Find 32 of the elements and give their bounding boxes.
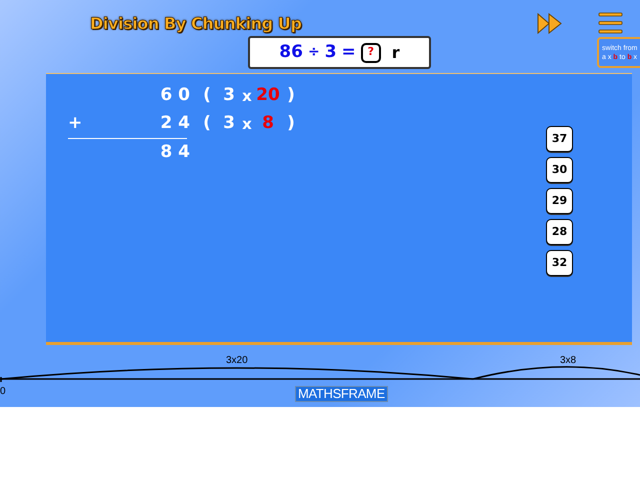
fast-forward-icon[interactable]: [537, 13, 563, 34]
multiplier-text: 20: [255, 84, 281, 108]
answer-slot[interactable]: ?: [360, 42, 381, 62]
chunk-value: 60: [159, 84, 196, 108]
times-sign: x: [241, 86, 253, 107]
game-title: Division By Chunking Up: [90, 13, 302, 35]
dividend-text: 86: [279, 40, 303, 64]
logo-text[interactable]: MATHSFRAME: [295, 386, 388, 402]
plus-sign: +: [68, 112, 84, 136]
chunk-value: 24: [159, 112, 196, 136]
remainder-label: r: [392, 42, 400, 64]
equals-sign: =: [342, 40, 356, 64]
divisor-text: 3: [324, 40, 337, 64]
jump-label: 3x8: [560, 354, 576, 368]
bracket: ): [286, 84, 296, 108]
number-line-label: 0: [0, 385, 6, 399]
bracket: ): [286, 112, 296, 136]
bracket: (: [202, 112, 212, 136]
factor-text: 3: [222, 84, 236, 108]
total-value: 84: [159, 141, 196, 164]
factor-text: 3: [222, 112, 236, 136]
answer-option[interactable]: 30: [546, 157, 573, 183]
answer-option[interactable]: 37: [546, 126, 573, 152]
divide-sign: ÷: [308, 43, 320, 62]
answer-option[interactable]: 28: [546, 219, 573, 245]
answer-option[interactable]: 32: [546, 250, 573, 276]
multiplier-text: 8: [261, 112, 275, 136]
jump-label: 3x20: [226, 354, 248, 368]
menu-icon[interactable]: [598, 12, 623, 34]
bracket: (: [202, 84, 212, 108]
times-sign: x: [241, 114, 253, 135]
answer-option[interactable]: 29: [546, 188, 573, 214]
